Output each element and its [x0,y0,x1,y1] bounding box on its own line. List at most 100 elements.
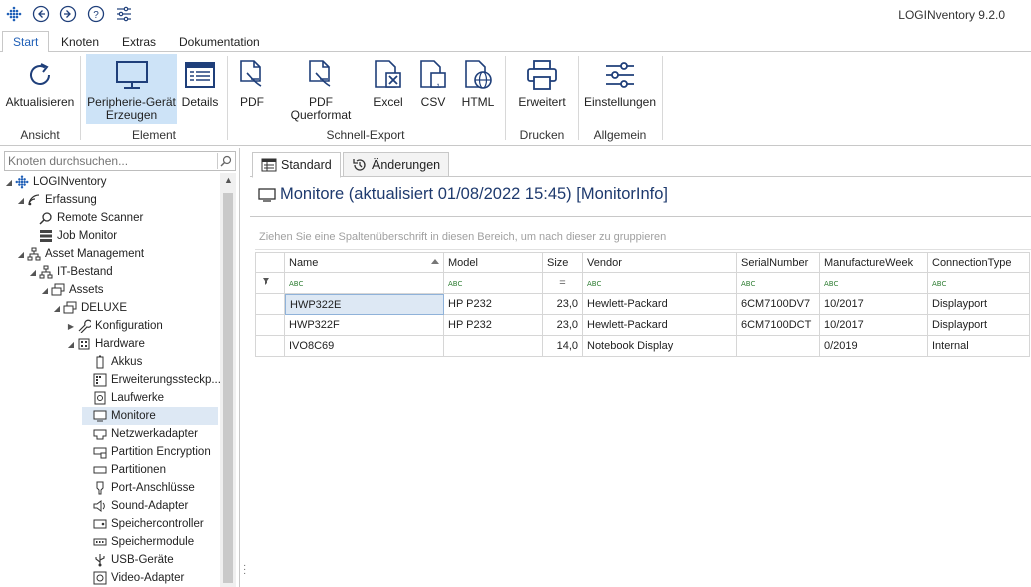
tree-node-laufwerke[interactable]: Laufwerke [82,389,164,407]
tree-node-remote-scanner[interactable]: Remote Scanner [28,209,143,227]
filter-name-cell[interactable]: ABC [285,273,444,294]
column-header-connectiontype[interactable]: ConnectionType [928,252,1030,273]
filter-week-cell[interactable]: ABC [820,273,928,294]
collapse-icon[interactable]: ◢ [16,250,26,259]
tree-node-asset-management[interactable]: ◢ Asset Management [16,245,144,263]
filter-pin-icon[interactable] [255,273,285,294]
column-header-manufactureweek[interactable]: ManufactureWeek [820,252,928,273]
export-csv-button[interactable]: , CSV [414,54,452,122]
tree-node-video-adapter[interactable]: Video-Adapter [82,569,184,587]
cell-connectiontype[interactable]: Displayport [928,294,1030,315]
cell-manufactureweek[interactable]: 0/2019 [820,336,928,357]
cell-vendor[interactable]: Notebook Display [583,336,737,357]
tree-node-speichercontroller[interactable]: Speichercontroller [82,515,204,533]
export-excel-button[interactable]: Excel [368,54,408,122]
tree-scrollbar[interactable]: ▲ [220,173,236,587]
tree-node-sound-adapter[interactable]: Sound-Adapter [82,497,188,515]
row-indicator[interactable] [255,336,285,357]
cell-model[interactable] [444,336,543,357]
group-by-panel[interactable]: Ziehen Sie eine Spaltenüberschrift in di… [255,226,1031,250]
column-header-size[interactable]: Size [543,252,583,273]
settings-button[interactable]: Einstellungen [584,54,656,122]
tree-node-monitore[interactable]: Monitore [82,407,218,425]
collapse-icon[interactable]: ◢ [28,268,38,277]
cell-name[interactable]: HWP322F [285,315,444,336]
export-pdf-landscape-button[interactable]: PDF Querformat [278,54,364,122]
filter-connection-cell[interactable]: ABC [928,273,1030,294]
cell-model[interactable]: HP P232 [444,315,543,336]
tree-node-speichermodule[interactable]: Speichermodule [82,533,194,551]
expand-icon[interactable]: ▶ [66,322,76,331]
print-advanced-button[interactable]: Erweitert [512,54,572,122]
tree-node-assets[interactable]: ◢ Assets [40,281,104,299]
cell-vendor[interactable]: Hewlett-Packard [583,315,737,336]
cell-connectiontype[interactable]: Displayport [928,315,1030,336]
cell-serialnumber[interactable]: 6CM7100DV7 [737,294,820,315]
panel-splitter[interactable]: · · · [241,148,249,587]
tree-node-erfassung[interactable]: ◢ Erfassung [16,191,97,209]
tree-node-job-monitor[interactable]: Job Monitor [28,227,117,245]
cell-vendor[interactable]: Hewlett-Packard [583,294,737,315]
export-pdf-button[interactable]: PDF [233,54,271,122]
cell-serialnumber[interactable]: 6CM7100DCT [737,315,820,336]
filter-size-cell[interactable]: = [543,273,583,294]
row-indicator[interactable] [255,315,285,336]
collapse-icon[interactable]: ◢ [40,286,50,295]
tab-standard[interactable]: Standard [252,152,341,178]
tree-node-deluxe[interactable]: ◢ DELUXE [52,299,127,317]
collapse-icon[interactable]: ◢ [66,340,76,349]
cell-name[interactable]: HWP322E [285,294,444,315]
cell-manufactureweek[interactable]: 10/2017 [820,294,928,315]
refresh-button[interactable]: Aktualisieren [4,54,76,122]
tree-node-port-anschluesse[interactable]: Port-Anschlüsse [82,479,195,497]
tree-node-hardware[interactable]: ◢ Hardware [66,335,145,353]
filter-serial-cell[interactable]: ABC [737,273,820,294]
cell-size[interactable]: 23,0 [543,315,583,336]
help-icon[interactable]: ? [86,4,106,24]
tree-node-partitionen[interactable]: Partitionen [82,461,166,479]
tab-knoten[interactable]: Knoten [51,32,109,53]
tree-node-loginventory[interactable]: ◢ LOGINventory [4,173,107,191]
tree-node-partition-encryption[interactable]: Partition Encryption [82,443,211,461]
tab-aenderungen[interactable]: Änderungen [343,152,450,177]
table-row[interactable]: HWP322F HP P232 23,0 Hewlett-Packard 6CM… [255,315,1030,336]
row-indicator[interactable] [255,294,285,315]
cell-name[interactable]: IVO8C69 [285,336,444,357]
tab-start[interactable]: Start [2,31,50,53]
tree-node-netzwerkadapter[interactable]: Netzwerkadapter [82,425,198,443]
collapse-icon[interactable]: ◢ [52,304,62,313]
column-header-serialnumber[interactable]: SerialNumber [737,252,820,273]
collapse-icon[interactable]: ◢ [4,178,14,187]
tree-node-erweiterungssteckplaetze[interactable]: Erweiterungssteckp... [82,371,220,389]
tree-node-konfiguration[interactable]: ▶ Konfiguration [66,317,163,335]
back-icon[interactable] [31,4,51,24]
column-header-model[interactable]: Model [444,252,543,273]
cell-serialnumber[interactable] [737,336,820,357]
node-search-input[interactable] [5,152,215,170]
search-icon[interactable] [217,153,233,169]
settings-sliders-icon[interactable] [114,4,134,24]
filter-model-cell[interactable]: ABC [444,273,543,294]
scroll-up-icon[interactable]: ▲ [224,175,233,185]
collapse-icon[interactable]: ◢ [16,196,26,205]
table-row[interactable]: IVO8C69 14,0 Notebook Display 0/2019 Int… [255,336,1030,357]
column-header-vendor[interactable]: Vendor [583,252,737,273]
table-row[interactable]: HWP322E HP P232 23,0 Hewlett-Packard 6CM… [255,294,1030,315]
forward-icon[interactable] [58,4,78,24]
tree-node-akkus[interactable]: Akkus [82,353,142,371]
create-peripheral-button[interactable]: Peripherie-Gerät Erzeugen [86,54,177,124]
tab-extras[interactable]: Extras [112,32,166,53]
cell-size[interactable]: 23,0 [543,294,583,315]
scrollbar-thumb[interactable] [223,193,233,583]
cell-size[interactable]: 14,0 [543,336,583,357]
tab-dokumentation[interactable]: Dokumentation [169,32,270,53]
filter-vendor-cell[interactable]: ABC [583,273,737,294]
details-button[interactable]: Details [178,54,222,122]
cell-connectiontype[interactable]: Internal [928,336,1030,357]
tree-node-usb-geraete[interactable]: USB-Geräte [82,551,174,569]
tree-node-it-bestand[interactable]: ◢ IT-Bestand [28,263,113,281]
cell-manufactureweek[interactable]: 10/2017 [820,315,928,336]
export-html-button[interactable]: HTML [458,54,498,122]
cell-model[interactable]: HP P232 [444,294,543,315]
column-header-name[interactable]: Name [285,252,444,273]
